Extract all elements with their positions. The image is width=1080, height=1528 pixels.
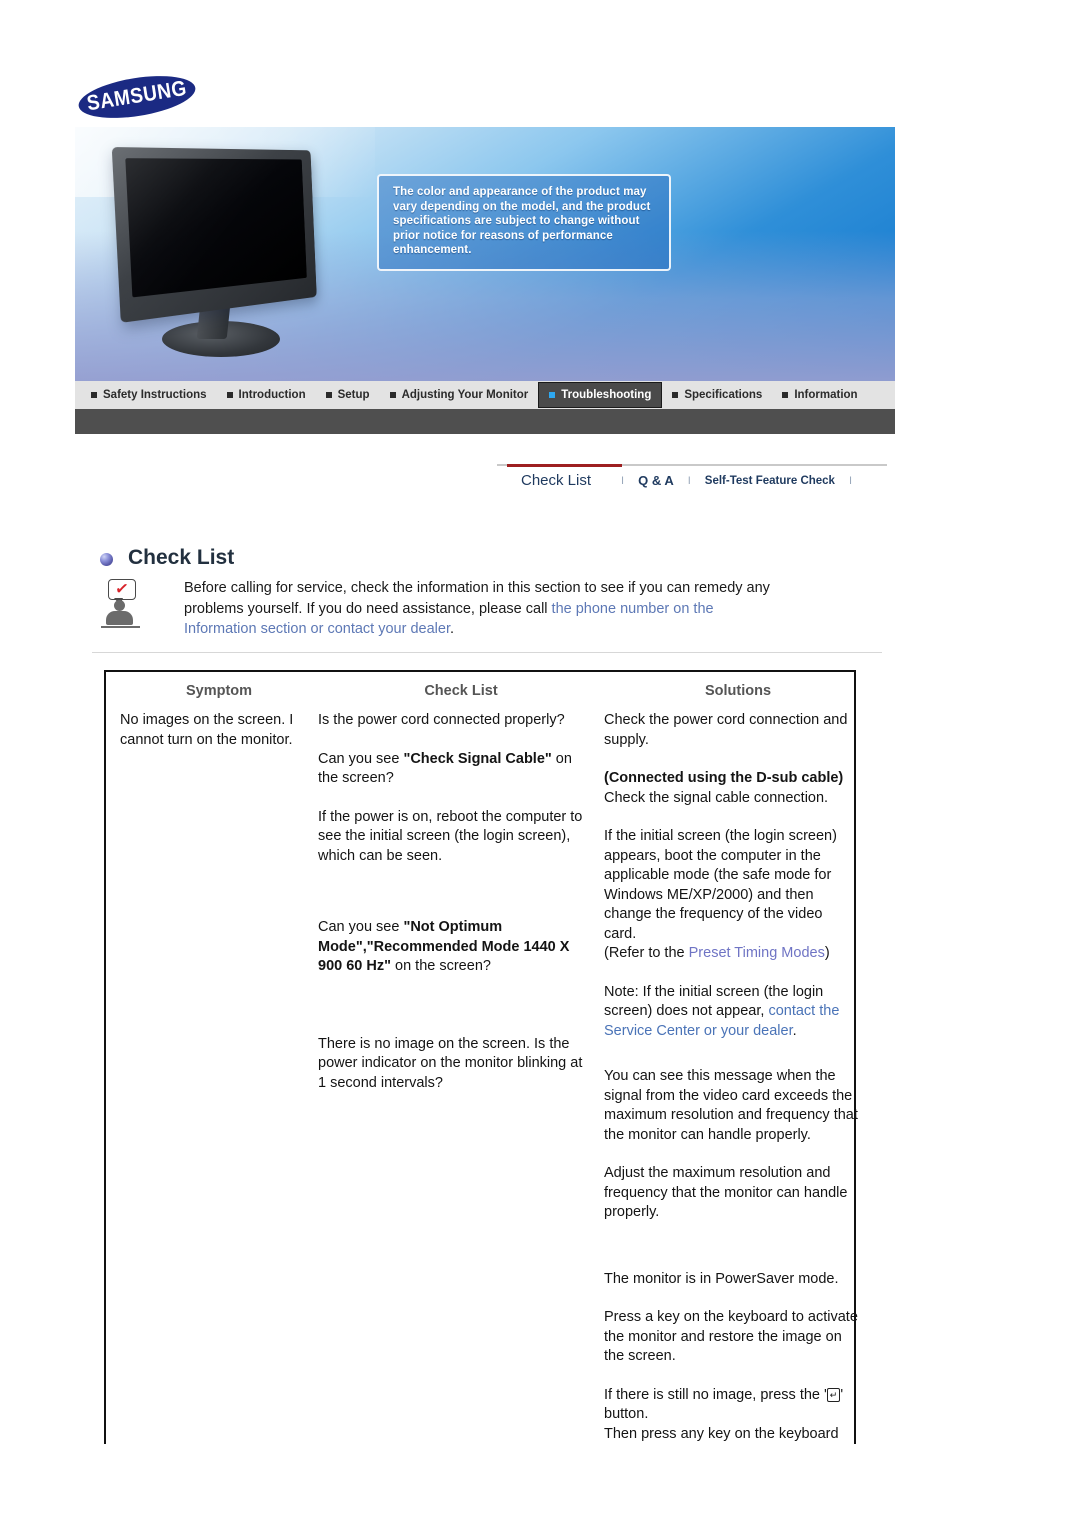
intro-line-3-end: . (449, 621, 455, 637)
logo-text: SAMSUNG (85, 76, 189, 116)
solution-powersaver-mode: The monitor is in PowerSaver mode. (604, 1270, 839, 1287)
solution-pre: (Refer to the (604, 945, 689, 961)
square-bullet-icon (672, 392, 679, 398)
intro-line-2a: problems yourself. If you do need assist… (184, 600, 552, 617)
nav-bottom-strip (75, 409, 895, 434)
checklist-pre: Can you see (318, 750, 404, 767)
banner-disclaimer-note: The color and appearance of the product … (377, 174, 671, 271)
sub-navigation: Check List I Q & A I Self-Test Feature C… (497, 464, 887, 496)
intro-block: ✓ Before calling for service, check the … (100, 578, 875, 640)
square-bullet-icon (91, 392, 97, 398)
nav-item-adjusting-your-monitor[interactable]: Adjusting Your Monitor (380, 381, 539, 409)
square-bullet-icon (226, 392, 233, 398)
subnav-item-q-and-a[interactable]: Q & A (638, 473, 674, 488)
table-row: No images on the screen. I cannot turn o… (106, 711, 872, 1444)
samsung-logo: SAMSUNG (75, 69, 206, 125)
intro-text: Before calling for service, check the in… (152, 578, 770, 640)
solution-adjust-resolution: Adjust the maximum resolution and freque… (604, 1165, 848, 1220)
solution-exceeds-resolution: You can see this message when the signal… (604, 1068, 858, 1143)
speech-bubble-icon: ✓ (108, 579, 136, 605)
solution-d-sub-cable: (Connected using the D-sub cable) Check … (604, 769, 858, 808)
nav-item-information[interactable]: Information (772, 381, 867, 409)
page-title: Check List (128, 546, 235, 569)
intro-link-phone-number[interactable]: the phone number on the (552, 601, 714, 617)
checkmark-icon: ✓ (113, 580, 130, 599)
square-bullet-icon (389, 392, 396, 398)
monitor-screen-gloss (125, 158, 307, 298)
solution-power-cord: Check the power cord connection and supp… (604, 712, 848, 748)
solution-post2: . (792, 1022, 797, 1039)
solution-preset-timing-ref: (Refer to the Preset Timing Modes) (604, 944, 858, 964)
solution-press-button: If there is still no image, press the ' ↵… (604, 1386, 858, 1425)
intro-line-1: Before calling for service, check the in… (184, 580, 770, 596)
intro-link-information-section[interactable]: Information section or contact your deal… (184, 621, 450, 637)
checklist-item-reboot: If the power is on, reboot the computer … (318, 808, 583, 864)
nav-item-introduction[interactable]: Introduction (217, 381, 316, 409)
nav-label: Adjusting Your Monitor (401, 389, 529, 401)
solution-pre3: If there is still no image, press the ' (604, 1386, 827, 1403)
checklist-item-check-signal-cable: Can you see "Check Signal Cable" on the … (318, 750, 590, 789)
nav-label: Information (794, 389, 858, 401)
cell-symptom: No images on the screen. I cannot turn o… (106, 711, 318, 1444)
solution-then-press-any-key: Then press any key on the keyboard (604, 1425, 839, 1442)
nav-label: Safety Instructions (103, 389, 207, 401)
checklist-bold: "Check Signal Cable" (403, 750, 552, 767)
solution-note-service-center: Note: If the initial screen (the login s… (604, 983, 858, 1042)
subnav-separator: I (687, 474, 691, 487)
solution-bold: (Connected using the D-sub cable) (604, 770, 844, 786)
main-navigation: Safety Instructions Introduction Setup A… (75, 381, 895, 409)
nav-item-safety-instructions[interactable]: Safety Instructions (81, 381, 217, 409)
checklist-item-power-cord: Is the power cord connected properly? (318, 712, 565, 728)
solution-initial-screen: If the initial screen (the login screen)… (604, 828, 837, 942)
square-bullet-icon (325, 392, 332, 398)
column-header-check-list: Check List (424, 683, 498, 699)
checklist-item-power-indicator: There is no image on the screen. Is the … (318, 1035, 583, 1091)
monitor-screen (125, 158, 307, 298)
nav-label: Specifications (684, 389, 763, 401)
section-divider (92, 652, 882, 653)
monitor-illustration (107, 145, 377, 370)
person-head (114, 600, 125, 611)
symptom-text: No images on the screen. I cannot turn o… (120, 712, 294, 748)
solution-post: ) (824, 945, 830, 961)
sphere-bullet-icon (100, 553, 113, 566)
subnav-items: Check List I Q & A I Self-Test Feature C… (497, 472, 866, 489)
subnav-item-self-test-feature-check[interactable]: Self-Test Feature Check (705, 475, 835, 487)
person-body (106, 611, 133, 625)
person-baseline (101, 626, 140, 628)
column-header-symptom: Symptom (185, 683, 253, 699)
nav-item-troubleshooting[interactable]: Troubleshooting (538, 382, 663, 408)
checklist-item-not-optimum-mode: Can you see "Not Optimum Mode","Recommen… (318, 918, 590, 977)
enter-key-icon: ↵ (826, 1387, 841, 1402)
person-with-checkmark-icon: ✓ (100, 578, 152, 634)
nav-label: Troubleshooting (561, 389, 652, 401)
checklist-pre: Can you see (318, 919, 404, 935)
hero-banner: The color and appearance of the product … (75, 127, 895, 381)
troubleshooting-table: Symptom Check List Solutions No images o… (104, 670, 858, 1444)
monitor-body (111, 147, 317, 323)
cell-solutions: Check the power cord connection and supp… (604, 711, 872, 1444)
column-header-solutions: Solutions (704, 683, 772, 699)
square-bullet-icon (549, 392, 556, 398)
cell-check-list: Is the power cord connected properly? Ca… (318, 711, 604, 1444)
subnav-active-underline (507, 464, 622, 467)
table-header-row: Symptom Check List Solutions (106, 672, 872, 711)
solution-press-key: Press a key on the keyboard to activate … (604, 1309, 858, 1364)
subnav-separator: I (621, 474, 625, 487)
nav-label: Introduction (238, 389, 306, 401)
subnav-item-check-list[interactable]: Check List (497, 472, 607, 489)
solution-post-line: Check the signal cable connection. (604, 789, 829, 806)
link-preset-timing-modes[interactable]: Preset Timing Modes (689, 945, 825, 961)
section-heading: Check List (100, 546, 234, 570)
checklist-post: on the screen? (390, 958, 491, 974)
nav-item-specifications[interactable]: Specifications (662, 381, 772, 409)
nav-item-setup[interactable]: Setup (316, 381, 380, 409)
square-bullet-icon (782, 392, 789, 398)
subnav-separator: I (848, 474, 853, 487)
nav-label: Setup (337, 389, 370, 401)
